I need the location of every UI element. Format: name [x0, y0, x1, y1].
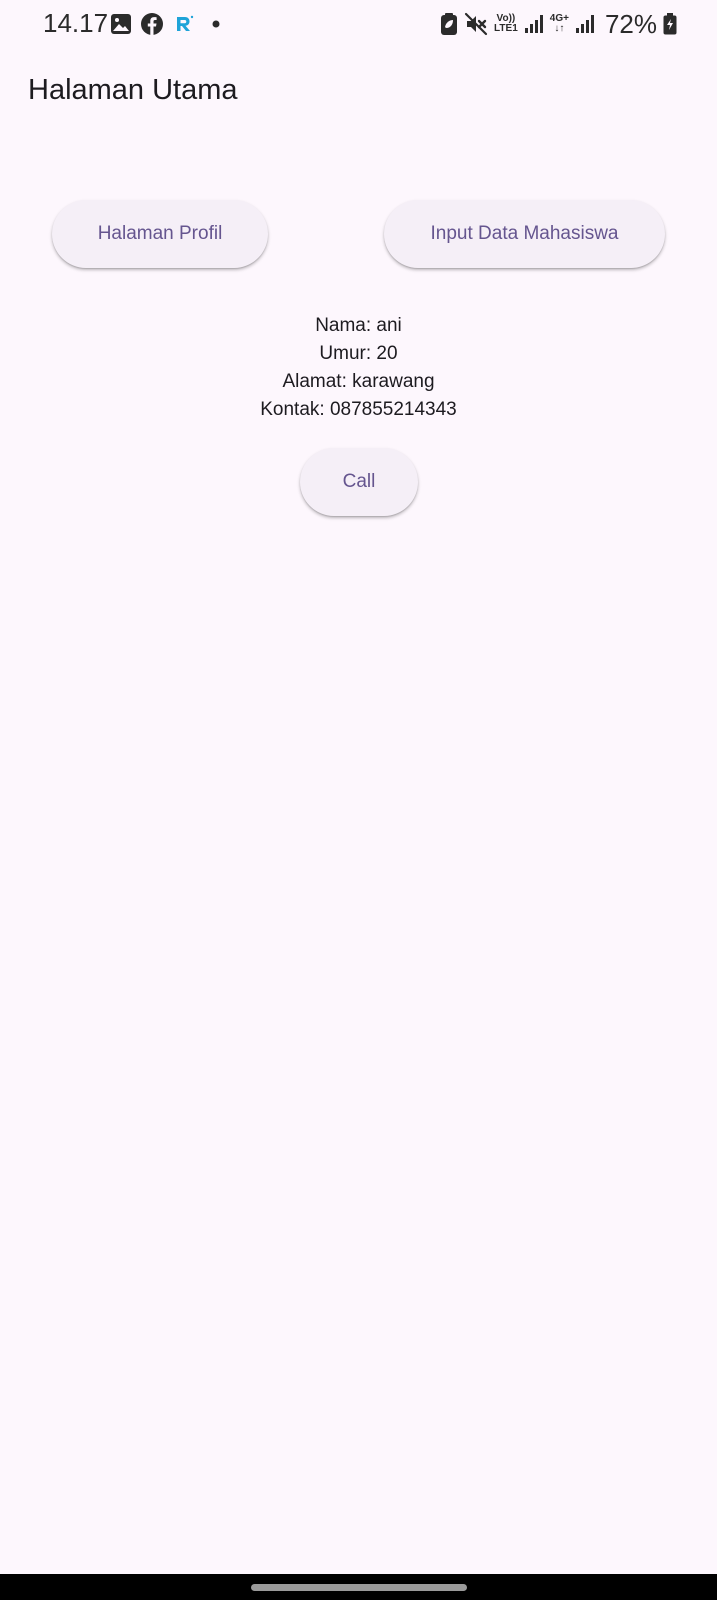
- app-r-icon: [177, 15, 194, 31]
- signal-sim2-icon: [575, 15, 594, 33]
- student-info: Nama: ani Umur: 20 Alamat: karawang Kont…: [0, 312, 717, 424]
- network-4g-label: 4G+ ↓↑: [549, 13, 569, 34]
- facebook-icon: [141, 13, 163, 35]
- battery-icon: [663, 13, 677, 35]
- battery-saver-icon: [441, 13, 458, 35]
- gallery-icon: [111, 14, 131, 34]
- info-umur: Umur: 20: [319, 343, 398, 364]
- mute-icon: [464, 12, 488, 36]
- input-data-mahasiswa-button[interactable]: Input Data Mahasiswa: [384, 200, 665, 268]
- battery-percent: 72%: [604, 8, 657, 39]
- notification-dot-icon: [212, 20, 220, 28]
- info-alamat: Alamat: karawang: [282, 371, 435, 392]
- system-navigation-bar: [0, 1574, 717, 1600]
- home-gesture-handle[interactable]: [251, 1584, 467, 1591]
- signal-sim1-icon: [524, 15, 543, 33]
- status-system-icons: Vo)) LTE1 4G+ ↓↑ 72%: [440, 8, 677, 40]
- data-arrows-icon: ↓↑: [554, 23, 565, 34]
- status-bar: 14.17 Vo)) LTE1 4G+ ↓↑ 72%: [0, 0, 717, 48]
- status-time: 14.17: [43, 8, 109, 38]
- info-nama: Nama: ani: [315, 315, 402, 336]
- volte-label: Vo)) LTE1: [494, 13, 518, 34]
- page-title: Halaman Utama: [28, 74, 238, 106]
- call-button[interactable]: Call: [300, 448, 418, 516]
- halaman-profil-button[interactable]: Halaman Profil: [52, 200, 268, 268]
- info-kontak: Kontak: 087855214343: [260, 399, 457, 420]
- app-bar: Halaman Utama: [0, 56, 717, 128]
- status-notification-icons: [110, 12, 224, 36]
